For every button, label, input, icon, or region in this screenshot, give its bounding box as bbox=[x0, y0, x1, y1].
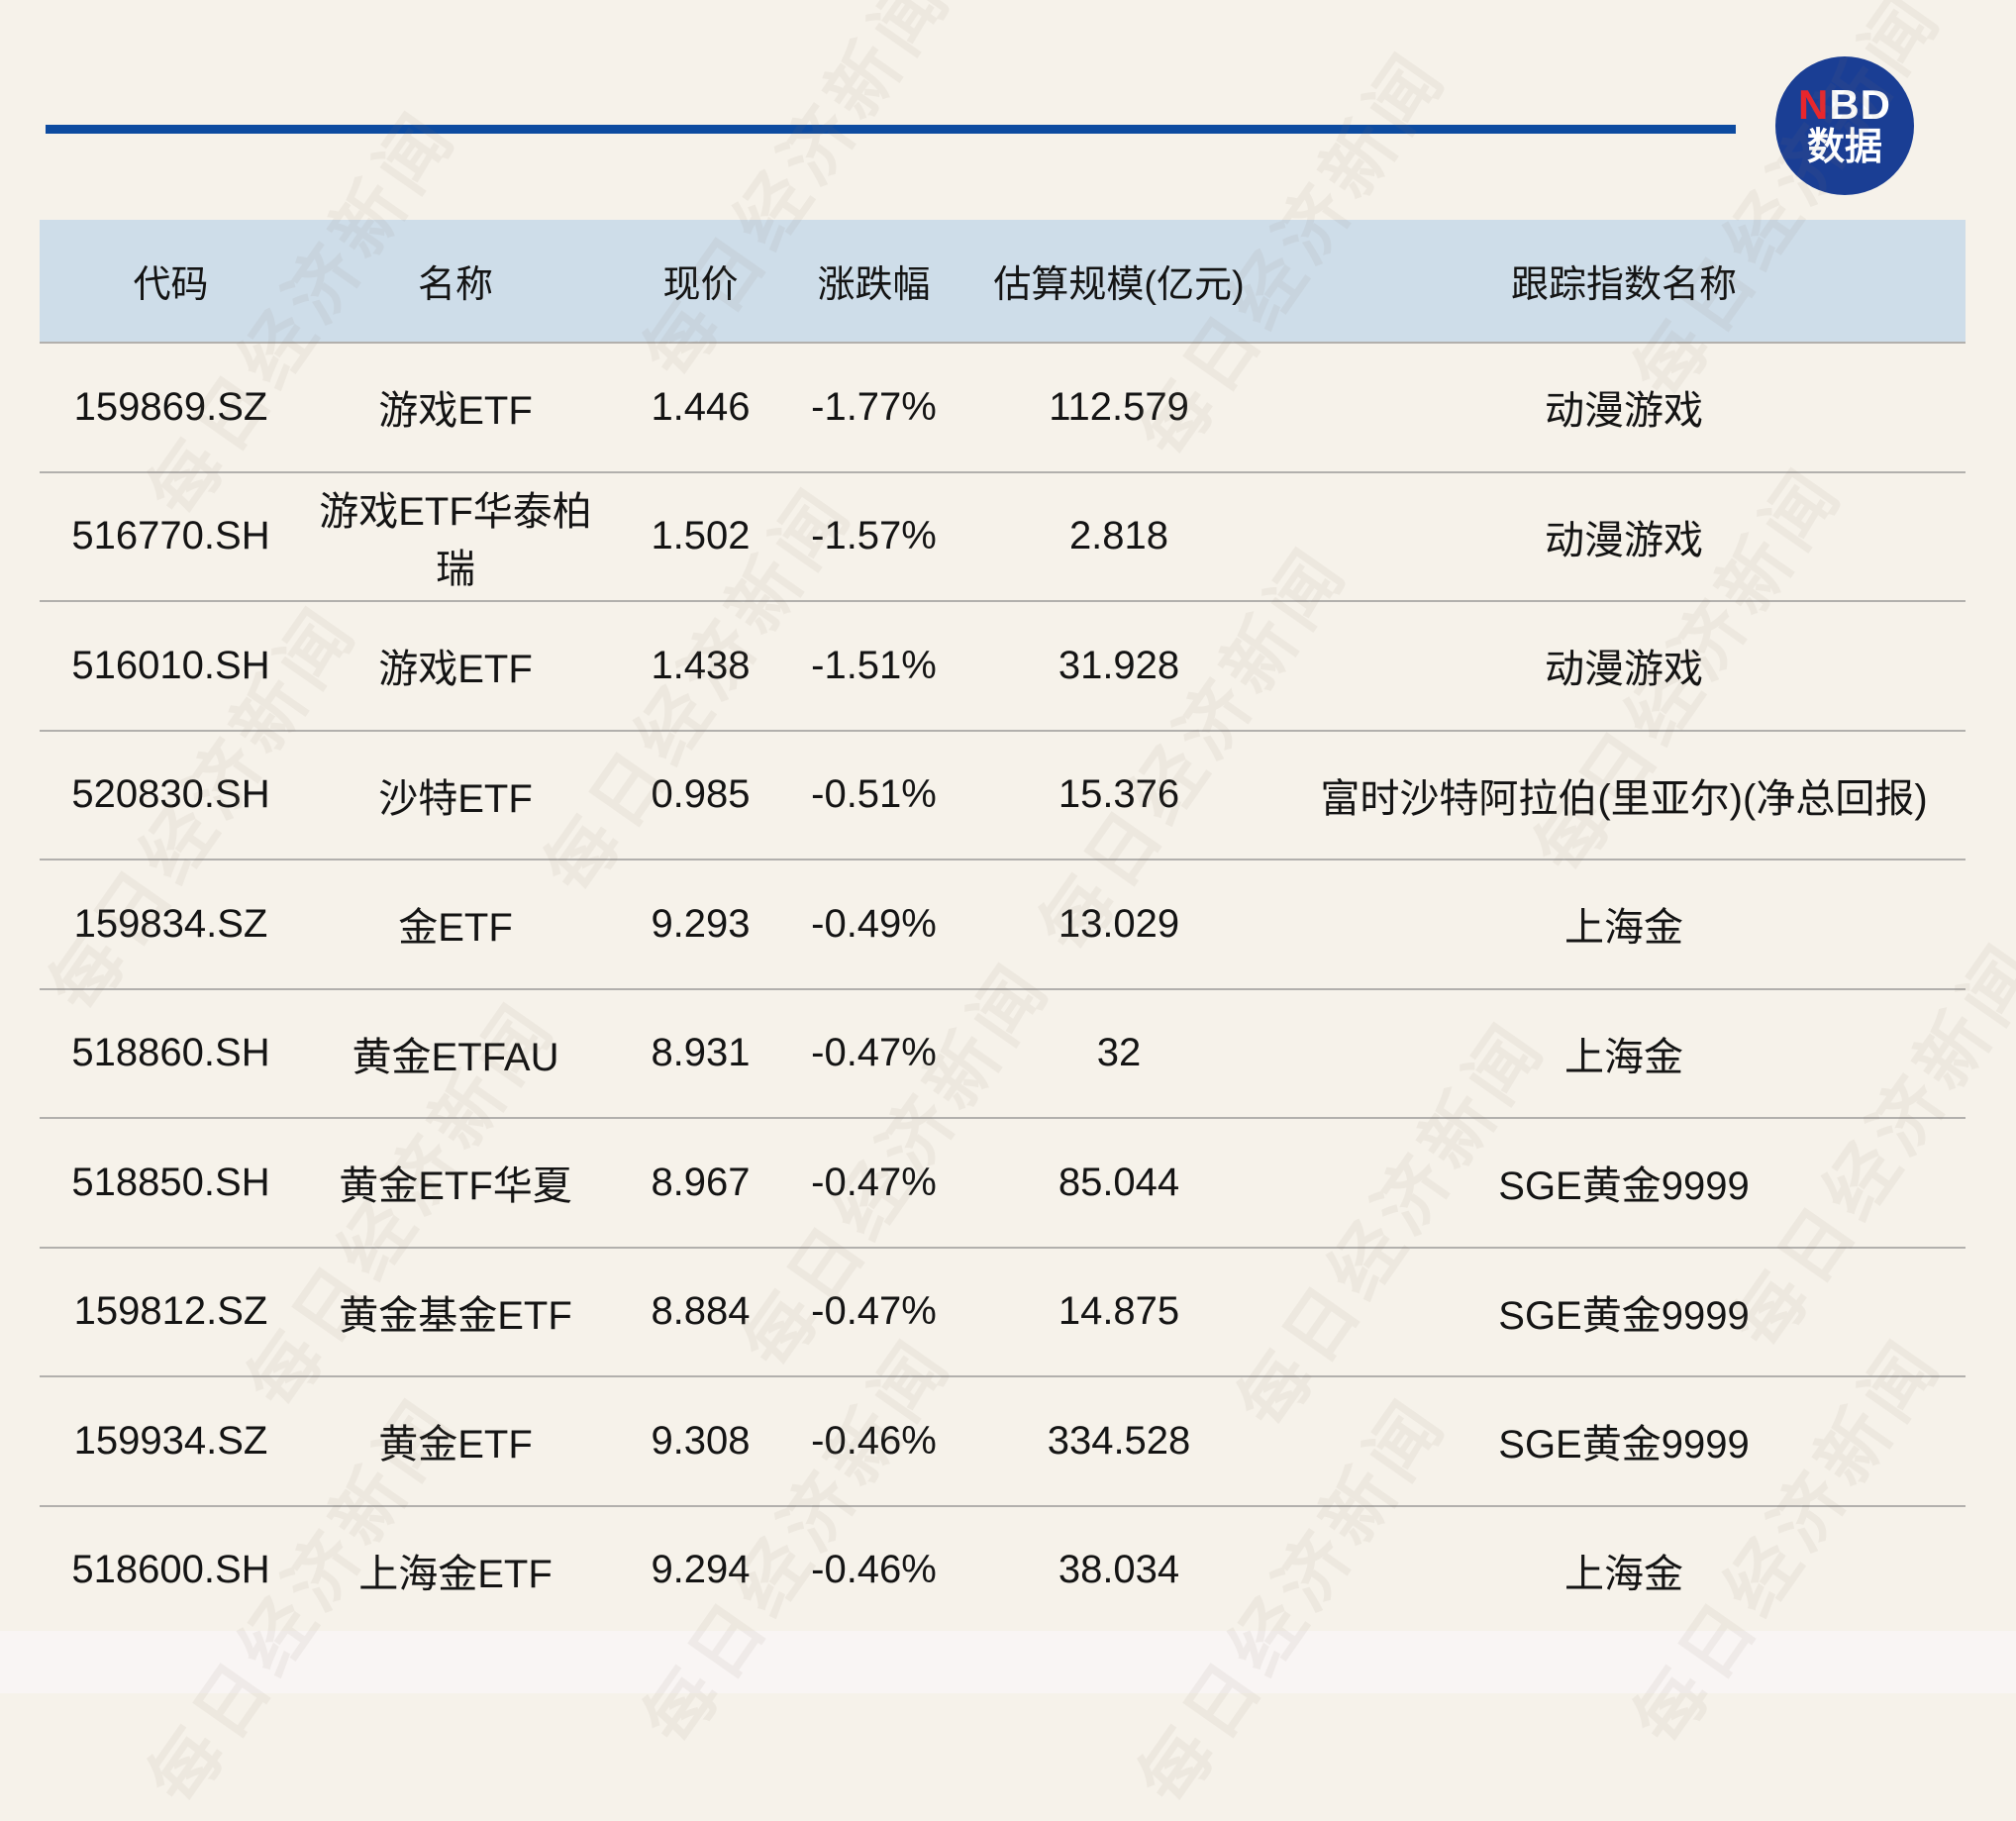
table-cell: -1.51% bbox=[811, 643, 937, 687]
column-header: 现价 bbox=[662, 264, 739, 306]
table-cell: 9.308 bbox=[651, 1418, 751, 1463]
table-cell: 8.931 bbox=[651, 1031, 751, 1075]
column-header: 涨跌幅 bbox=[817, 264, 931, 306]
table-cell: 518860.SH bbox=[71, 1031, 270, 1075]
logo-text-nbd: NBD bbox=[1797, 81, 1891, 128]
table-row: 520830.SH 沙特ETF 0.985 -0.51% 15.376 富时沙特阿拉伯(里… bbox=[40, 729, 1966, 860]
column-header: 估算规模(亿元) bbox=[993, 264, 1245, 306]
table-cell: 8.884 bbox=[651, 1289, 751, 1334]
table-cell: 黄金基金ETF bbox=[339, 1293, 572, 1338]
table-cell: 游戏ETF bbox=[378, 648, 533, 692]
table-body: 159869.SZ 游戏ETF 1.446 -1.77% 112.579 动漫游戏 5167… bbox=[40, 342, 1966, 1634]
footer-band bbox=[0, 1631, 2016, 1693]
table-row: 518600.SH 上海金ETF 9.294 -0.46% 38.034 上海金 bbox=[40, 1504, 1966, 1635]
table-cell: 9.293 bbox=[651, 901, 751, 946]
etf-table: 代码 名称 现价 涨跌幅 估算规模(亿元) 跟踪指数名称 159869.SZ 游戏ETF 1.… bbox=[40, 220, 1966, 1634]
table-cell: 上海金 bbox=[1564, 1035, 1683, 1079]
logo-letters-bd: BD bbox=[1829, 81, 1891, 128]
table-cell: -0.46% bbox=[811, 1548, 937, 1592]
table-row: 516770.SH 游戏ETF华泰柏瑞 1.502 -1.57% 2.818 动漫游戏 bbox=[40, 470, 1966, 601]
table-cell: -0.51% bbox=[811, 772, 937, 817]
table-row: 159934.SZ 黄金ETF 9.308 -0.46% 334.528 SGE黄金999… bbox=[40, 1375, 1966, 1505]
table-cell: -0.47% bbox=[811, 1031, 937, 1075]
table-cell: -1.57% bbox=[811, 514, 937, 558]
table-cell: 游戏ETF bbox=[378, 389, 533, 434]
table-cell: -0.49% bbox=[811, 901, 937, 946]
table-cell: 516770.SH bbox=[71, 514, 270, 558]
table-cell: 动漫游戏 bbox=[1545, 389, 1703, 434]
table-cell: 沙特ETF bbox=[378, 776, 533, 821]
table-header-row: 代码 名称 现价 涨跌幅 估算规模(亿元) 跟踪指数名称 bbox=[40, 220, 1966, 342]
table-cell: -0.47% bbox=[811, 1160, 937, 1204]
table-row: 159869.SZ 游戏ETF 1.446 -1.77% 112.579 动漫游戏 bbox=[40, 342, 1966, 471]
table-cell: 上海金ETF bbox=[358, 1552, 553, 1596]
table-cell: 1.502 bbox=[651, 514, 751, 558]
table-cell: 0.985 bbox=[651, 772, 751, 817]
table-row: 159834.SZ 金ETF 9.293 -0.49% 13.029 上海金 bbox=[40, 859, 1966, 988]
table-cell: 334.528 bbox=[1047, 1418, 1191, 1463]
table-cell: 31.928 bbox=[1058, 643, 1180, 687]
column-header: 跟踪指数名称 bbox=[1510, 264, 1737, 306]
table-cell: SGE黄金9999 bbox=[1498, 1293, 1750, 1338]
table-cell: 159834.SZ bbox=[73, 901, 268, 946]
table-cell: 14.875 bbox=[1058, 1289, 1180, 1334]
table-cell: 159934.SZ bbox=[73, 1418, 268, 1463]
table-cell: 38.034 bbox=[1058, 1548, 1180, 1592]
table-cell: 动漫游戏 bbox=[1545, 648, 1703, 692]
table-cell: 游戏ETF华泰柏瑞 bbox=[319, 489, 592, 591]
table-cell: 518600.SH bbox=[71, 1548, 270, 1592]
table-cell: 8.967 bbox=[651, 1160, 751, 1204]
nbd-logo: NBD 数据 bbox=[1775, 56, 1914, 195]
table-cell: 13.029 bbox=[1058, 901, 1180, 946]
table-cell: 516010.SH bbox=[71, 643, 270, 687]
header-accent-line bbox=[46, 125, 1736, 134]
table-cell: 1.438 bbox=[651, 643, 751, 687]
table-cell: 1.446 bbox=[651, 384, 751, 429]
table-cell: SGE黄金9999 bbox=[1498, 1164, 1750, 1209]
table-cell: 金ETF bbox=[398, 906, 513, 951]
table-cell: 112.579 bbox=[1049, 384, 1189, 429]
table-cell: 32 bbox=[1096, 1031, 1142, 1075]
table-cell: 上海金 bbox=[1564, 1552, 1683, 1596]
table-row: 518860.SH 黄金ETFAU 8.931 -0.47% 32 上海金 bbox=[40, 987, 1966, 1118]
logo-subtitle: 数据 bbox=[1806, 127, 1882, 169]
table-cell: SGE黄金9999 bbox=[1498, 1423, 1750, 1467]
table-cell: 159869.SZ bbox=[73, 384, 268, 429]
table-cell: 富时沙特阿拉伯(里亚尔)(净总回报) bbox=[1320, 776, 1928, 821]
table-row: 518850.SH 黄金ETF华夏 8.967 -0.47% 85.044 SGE黄金99… bbox=[40, 1117, 1966, 1247]
logo-letter-n: N bbox=[1797, 81, 1830, 128]
table-cell: 520830.SH bbox=[71, 772, 270, 817]
table-cell: -1.77% bbox=[811, 384, 937, 429]
table-cell: 黄金ETF bbox=[378, 1423, 533, 1467]
table-cell: 159812.SZ bbox=[73, 1289, 268, 1334]
column-header: 名称 bbox=[417, 264, 493, 306]
table-cell: 518850.SH bbox=[71, 1160, 270, 1204]
table-cell: 15.376 bbox=[1058, 772, 1180, 817]
table-cell: -0.46% bbox=[811, 1418, 937, 1463]
table-cell: 9.294 bbox=[651, 1548, 751, 1592]
table-row: 516010.SH 游戏ETF 1.438 -1.51% 31.928 动漫游戏 bbox=[40, 600, 1966, 730]
table-cell: 85.044 bbox=[1058, 1160, 1180, 1204]
table-cell: 上海金 bbox=[1564, 906, 1683, 951]
table-cell: 2.818 bbox=[1068, 514, 1169, 558]
table-row: 159812.SZ 黄金基金ETF 8.884 -0.47% 14.875 SGE黄金99… bbox=[40, 1246, 1966, 1376]
column-header: 代码 bbox=[133, 264, 209, 306]
table-cell: 动漫游戏 bbox=[1545, 518, 1703, 562]
table-cell: 黄金ETFAU bbox=[352, 1035, 559, 1079]
table-cell: 黄金ETF华夏 bbox=[339, 1164, 572, 1209]
table-cell: -0.47% bbox=[811, 1289, 937, 1334]
